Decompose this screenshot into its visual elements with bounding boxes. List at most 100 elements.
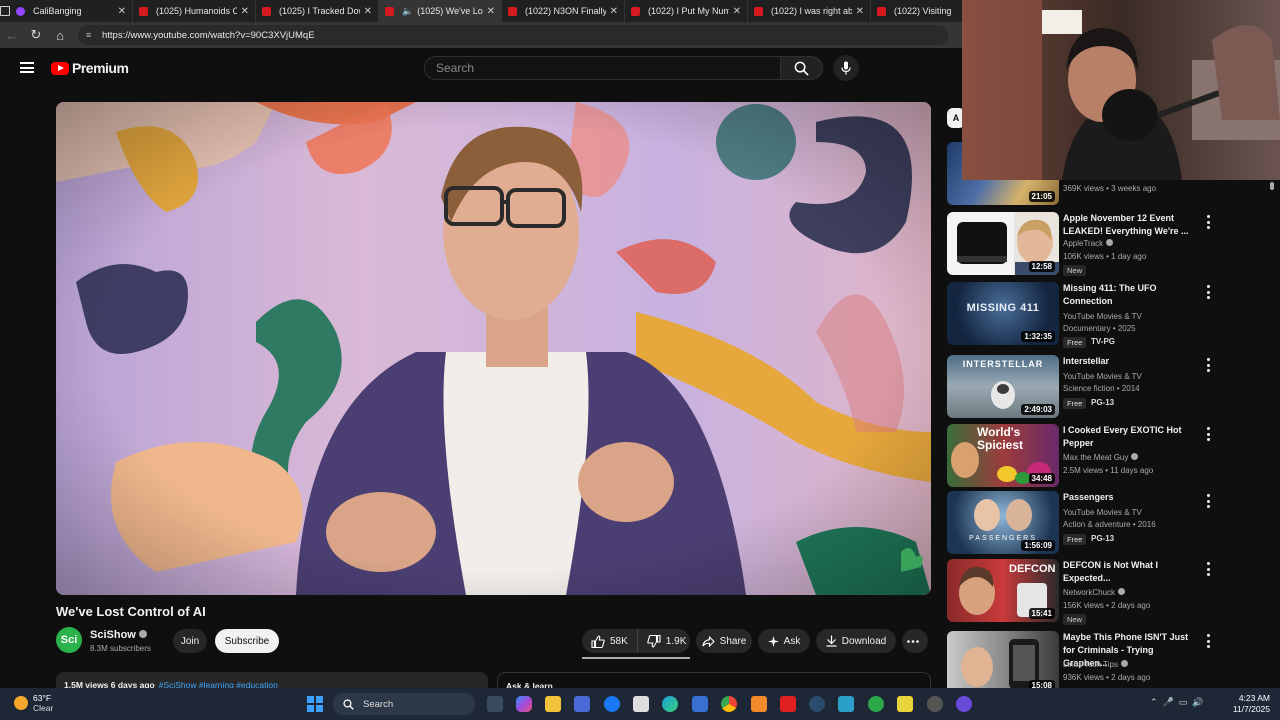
youtube-logo[interactable]: Premium xyxy=(51,60,129,76)
browser-tab[interactable]: (1025) I Tracked Down✕ xyxy=(256,0,379,22)
recommendations-sidebar: A 21:05 369K views • 3 weeks ago 12:58 A… xyxy=(945,100,1280,688)
store-icon[interactable] xyxy=(574,696,590,712)
video-thumbnail[interactable]: DEFCON 15:41 xyxy=(947,559,1059,622)
back-icon[interactable]: ← xyxy=(0,28,24,43)
file-explorer-icon[interactable] xyxy=(545,696,561,712)
amazon-icon[interactable] xyxy=(633,696,649,712)
site-info-icon[interactable]: ≡ xyxy=(86,30,96,40)
youtube-app-icon[interactable] xyxy=(780,696,796,712)
voice-search-button[interactable] xyxy=(833,55,859,81)
subscriber-count: 8.3M subscribers xyxy=(90,644,151,653)
channel-name[interactable]: SciShow xyxy=(90,629,147,641)
new-badge: New xyxy=(1063,265,1087,276)
browser-tab[interactable]: (1022) I Put My Numbe✕ xyxy=(625,0,748,22)
duration-badge: 12:58 xyxy=(1028,261,1055,272)
video-thumbnail[interactable]: MISSING 411 1:32:35 xyxy=(947,282,1059,345)
search-button[interactable] xyxy=(781,56,823,80)
sticky-notes-icon[interactable] xyxy=(897,696,913,712)
video-thumbnail[interactable]: INTERSTELLAR 2:49:03 xyxy=(947,355,1059,418)
edge-icon[interactable] xyxy=(662,696,678,712)
close-tab-icon[interactable]: ✕ xyxy=(241,6,249,17)
share-button[interactable]: Share xyxy=(696,629,752,653)
recommendation-item[interactable]: World's Spiciest 34:48 I Cooked Every EX… xyxy=(947,424,1277,488)
home-icon[interactable]: ⌂ xyxy=(48,28,72,43)
taskbar-clock[interactable]: 4:23 AM 11/7/2025 xyxy=(1222,693,1270,715)
like-button[interactable]: 58K xyxy=(582,629,638,653)
channel-avatar[interactable]: Sci xyxy=(56,627,82,653)
system-tray-icons[interactable]: ⌃ 🎤 ▭ 🔊 xyxy=(1150,697,1203,708)
join-button[interactable]: Join xyxy=(173,629,207,653)
menu-icon[interactable] xyxy=(20,62,34,73)
more-options-icon[interactable] xyxy=(1205,427,1211,441)
browser-tab[interactable]: CaliBanging ✕ xyxy=(10,0,133,22)
calculator-icon[interactable] xyxy=(692,696,708,712)
thumbs-up-icon xyxy=(591,634,605,648)
copilot-icon[interactable] xyxy=(516,696,532,712)
vlc-icon[interactable] xyxy=(751,696,767,712)
video-thumbnail[interactable]: World's Spiciest 34:48 xyxy=(947,424,1059,487)
video-thumbnail[interactable]: 15:08 xyxy=(947,631,1059,688)
xbox-icon[interactable] xyxy=(868,696,884,712)
duration-badge: 21:05 xyxy=(1028,191,1055,202)
task-view-icon[interactable] xyxy=(487,696,503,712)
download-button[interactable]: Download xyxy=(816,629,896,653)
recommendation-item[interactable]: MISSING 411 1:32:35 Missing 411: The UFO… xyxy=(947,282,1277,348)
verified-icon xyxy=(1118,588,1126,595)
close-tab-icon[interactable]: ✕ xyxy=(733,6,741,17)
settings-icon[interactable] xyxy=(927,696,943,712)
obs-icon[interactable] xyxy=(956,696,972,712)
taskbar-search[interactable]: Search xyxy=(333,693,475,715)
subscribe-button[interactable]: Subscribe xyxy=(215,629,279,653)
more-options-icon[interactable] xyxy=(1205,285,1211,299)
dislike-button[interactable]: 1.9K xyxy=(638,629,696,653)
reload-icon[interactable]: ↻ xyxy=(24,27,48,43)
close-tab-icon[interactable]: ✕ xyxy=(364,6,372,17)
browser-tab[interactable]: (1022) N3ON Finally Re✕ xyxy=(502,0,625,22)
more-options-icon[interactable] xyxy=(1205,494,1211,508)
close-tab-icon[interactable]: ✕ xyxy=(856,6,864,17)
url-field[interactable]: ≡ https://www.youtube.com/watch?v=90C3XV… xyxy=(78,25,948,45)
recommendation-item[interactable]: 12:58 Apple November 12 Event LEAKED! Ev… xyxy=(947,212,1277,276)
speaker-icon[interactable]: 🔈 xyxy=(402,6,413,17)
close-tab-icon[interactable]: ✕ xyxy=(610,6,618,17)
facebook-icon[interactable] xyxy=(604,696,620,712)
windows-start-icon[interactable] xyxy=(307,696,323,712)
browser-tab[interactable]: (1022) Visiting xyxy=(871,0,962,22)
video-thumbnail[interactable]: PASSENGERS 1:56:09 xyxy=(947,491,1059,554)
more-options-icon[interactable] xyxy=(1205,562,1211,576)
recommendation-item[interactable]: PASSENGERS 1:56:09 Passengers YouTube Mo… xyxy=(947,491,1277,555)
recommendation-item[interactable]: INTERSTELLAR 2:49:03 Interstellar YouTub… xyxy=(947,355,1277,419)
video-frame xyxy=(56,102,931,595)
recommendation-channel: Linus Tech Tips xyxy=(1063,660,1128,669)
search-icon xyxy=(343,698,354,710)
download-icon xyxy=(826,635,837,647)
more-options-icon[interactable] xyxy=(1205,634,1211,648)
tab-actions-icon[interactable] xyxy=(0,0,10,22)
recommendation-channel: YouTube Movies & TV xyxy=(1063,312,1142,321)
close-tab-icon[interactable]: ✕ xyxy=(118,6,126,17)
recommendation-item[interactable]: 15:08 Maybe This Phone ISN'T Just for Cr… xyxy=(947,631,1277,688)
video-player[interactable] xyxy=(56,102,931,595)
more-options-icon[interactable] xyxy=(1205,215,1211,229)
free-badge: Free xyxy=(1063,534,1087,545)
video-thumbnail[interactable]: 12:58 xyxy=(947,212,1059,275)
search-input[interactable]: Search xyxy=(424,56,781,80)
browser-tab[interactable]: (1022) I was right abou✕ xyxy=(748,0,871,22)
youtube-favicon-icon xyxy=(754,6,763,16)
app-icon[interactable] xyxy=(838,696,854,712)
steam-icon[interactable] xyxy=(809,696,825,712)
more-actions-button[interactable] xyxy=(902,629,928,653)
more-options-icon[interactable] xyxy=(1205,358,1211,372)
address-bar-row: ← ↻ ⌂ ≡ https://www.youtube.com/watch?v=… xyxy=(0,22,962,48)
weather-widget[interactable]: 63°F Clear xyxy=(14,693,53,713)
browser-tab[interactable]: (1025) Humanoids Could✕ xyxy=(133,0,256,22)
ask-button[interactable]: Ask xyxy=(758,629,810,653)
close-tab-icon[interactable]: ✕ xyxy=(487,6,495,17)
browser-tab-active[interactable]: 🔈 (1025) We've Lost ✕ xyxy=(379,0,502,22)
sidebar-scrollbar[interactable] xyxy=(1270,182,1274,190)
windows-taskbar: 63°F Clear Search ⌃ 🎤 ▭ 🔊 4:23 AM 11/7/2… xyxy=(0,688,1280,720)
recommendation-item[interactable]: DEFCON 15:41 DEFCON is Not What I Expect… xyxy=(947,559,1277,625)
free-badge: Free xyxy=(1063,398,1087,409)
recommendation-channel: Max the Meat Guy xyxy=(1063,453,1139,462)
chrome-icon[interactable] xyxy=(721,696,737,712)
